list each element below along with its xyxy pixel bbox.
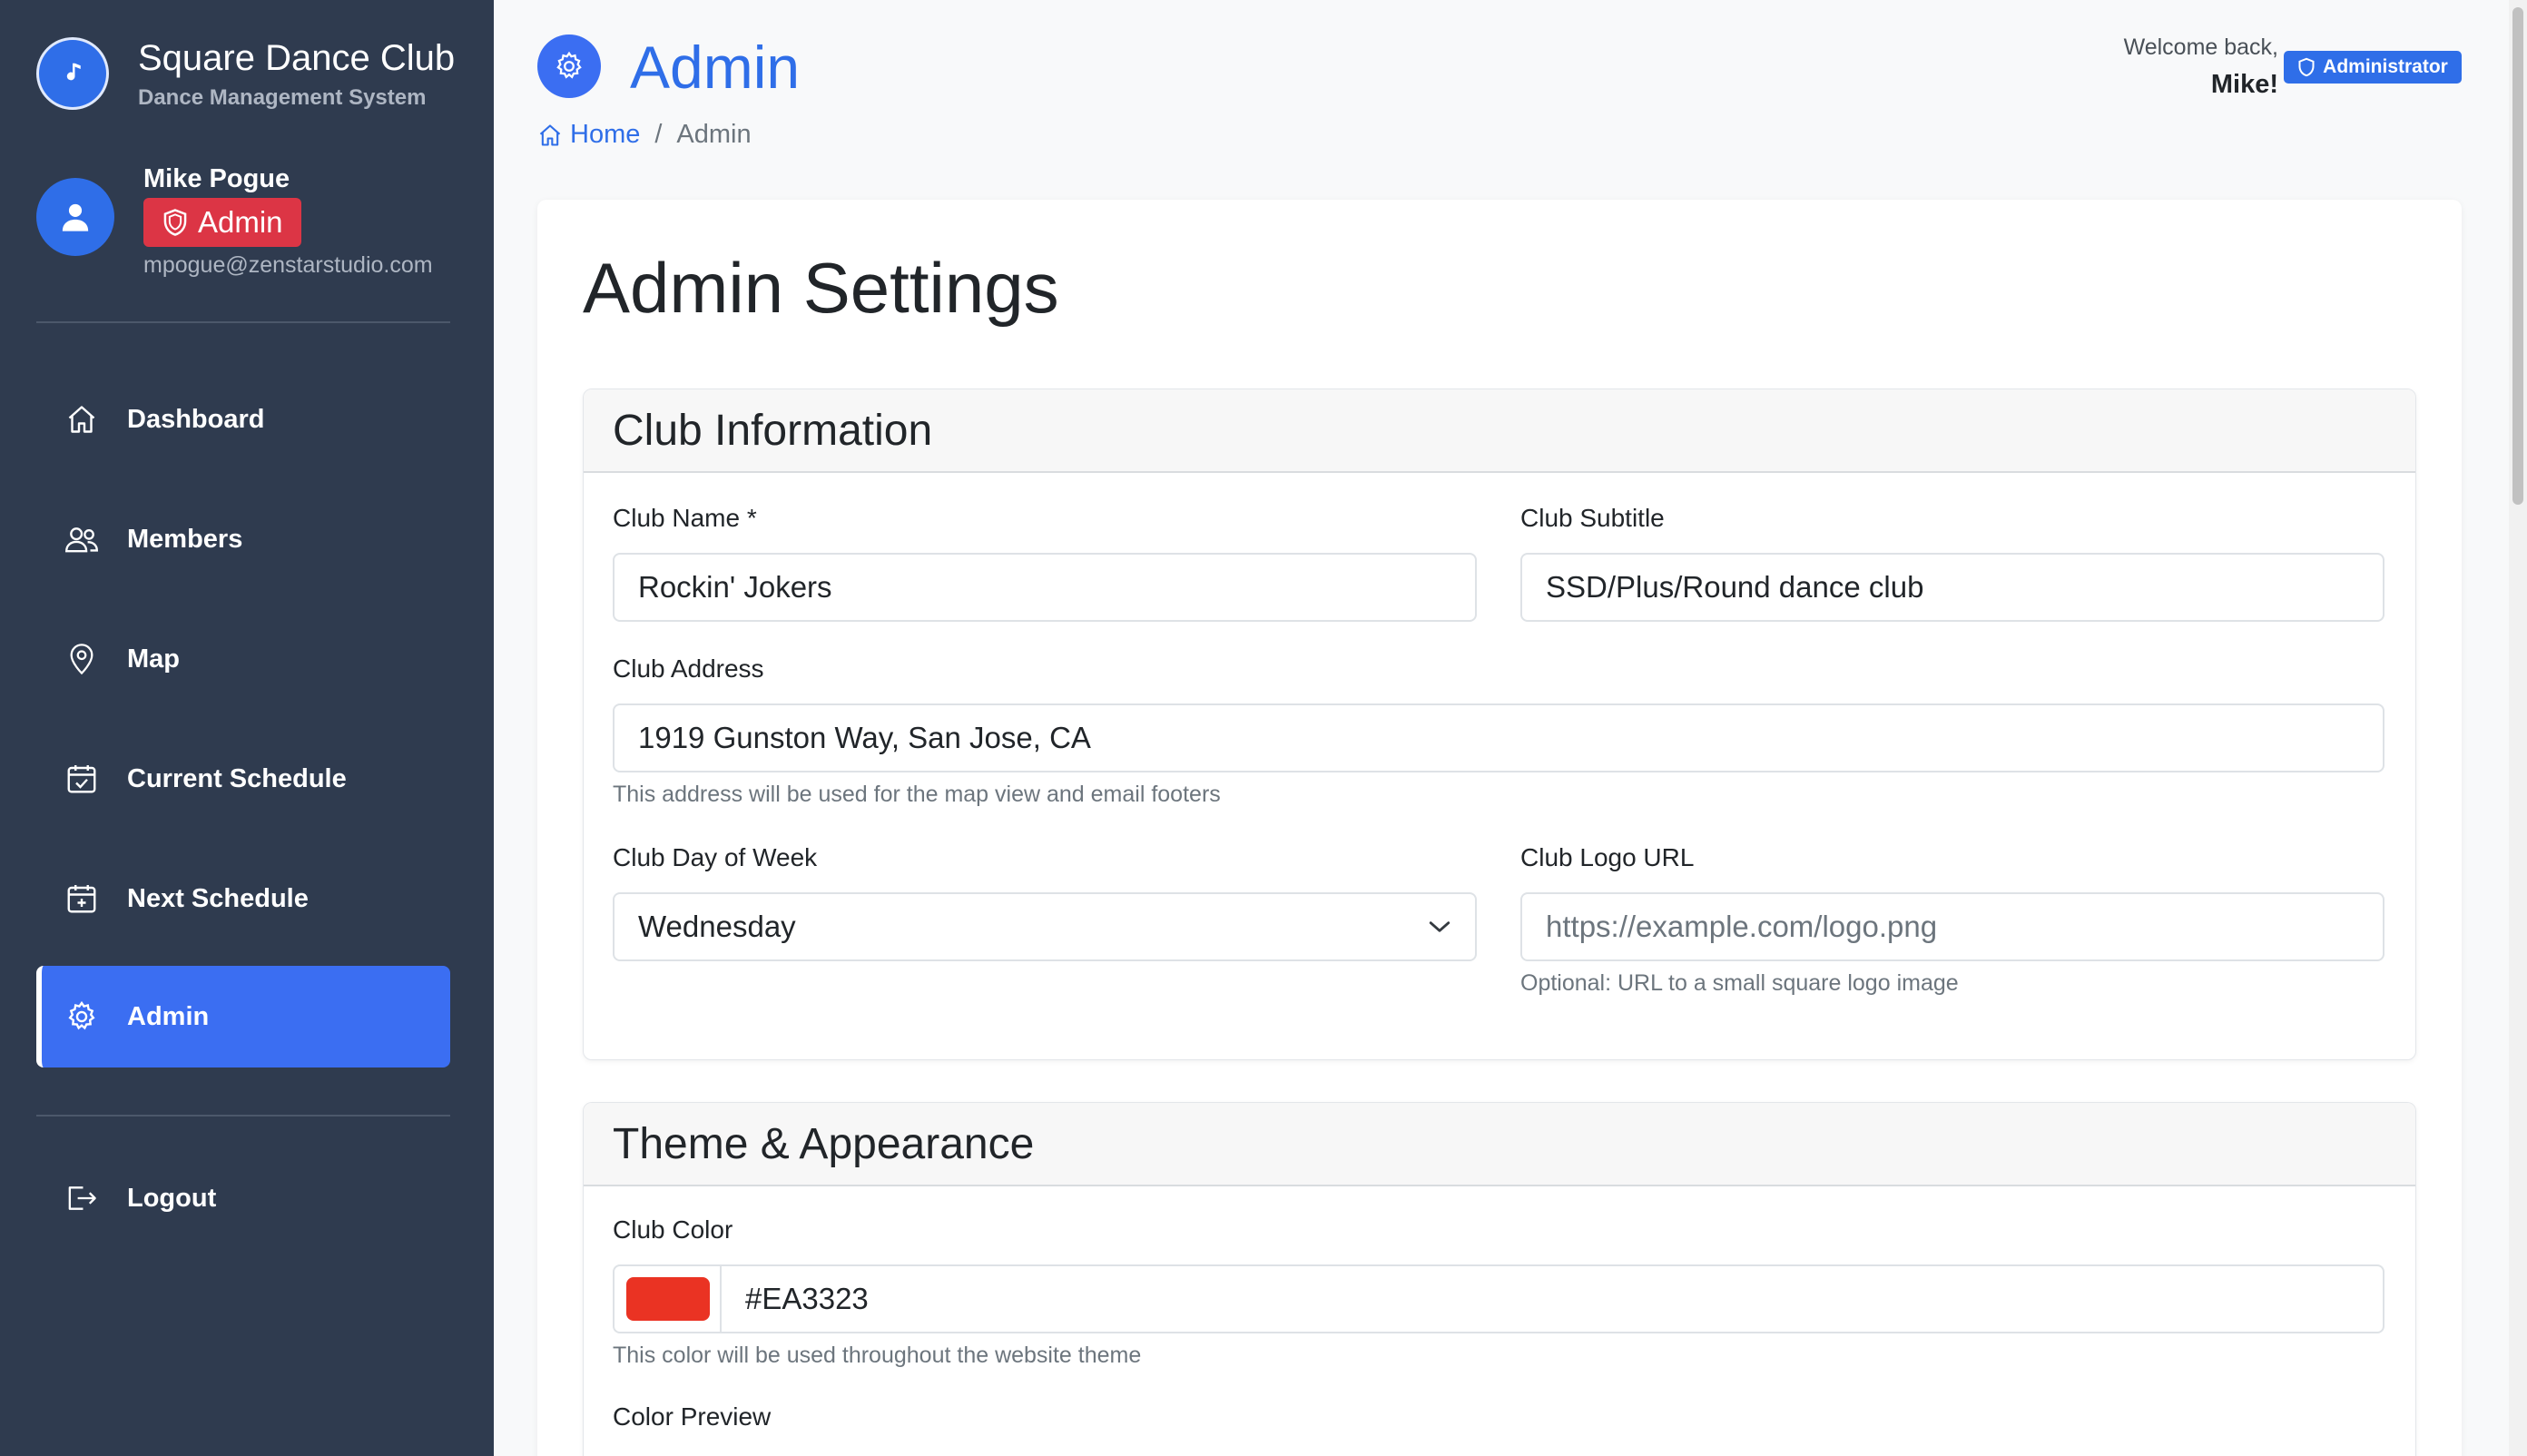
sidebar-divider	[36, 321, 450, 323]
sidebar-divider	[36, 1115, 450, 1117]
club-name-input[interactable]: Rockin' Jokers	[613, 553, 1477, 622]
sidebar-item-label: Admin	[127, 1001, 210, 1031]
user-profile: Mike Pogue Admin mpogue@zenstarstudio.co…	[36, 163, 433, 279]
sidebar-item-dashboard[interactable]: Dashboard	[36, 369, 450, 470]
page-title: Admin	[630, 34, 801, 101]
club-day-select[interactable]: Wednesday	[613, 892, 1477, 961]
gear-icon	[537, 34, 601, 98]
sidebar-item-map[interactable]: Map	[36, 608, 450, 710]
club-logo-help: Optional: URL to a small square logo ima…	[1520, 970, 1959, 996]
club-day-value: Wednesday	[638, 910, 796, 943]
people-icon	[64, 521, 100, 557]
map-pin-icon	[64, 641, 100, 677]
sidebar-item-label: Dashboard	[127, 404, 265, 434]
sidebar-item-admin[interactable]: Admin	[36, 966, 450, 1067]
club-subtitle-input[interactable]: SSD/Plus/Round dance club	[1520, 553, 2384, 622]
brand-title: Square Dance Club	[138, 38, 456, 78]
section-header: Theme & Appearance	[584, 1103, 2415, 1186]
sidebar-item-current-schedule[interactable]: Current Schedule	[36, 728, 450, 830]
calendar-plus-icon	[64, 880, 100, 917]
brand-subtitle: Dance Management System	[138, 85, 427, 110]
sidebar-item-label: Next Schedule	[127, 883, 309, 913]
theme-section: Theme & Appearance Club Color #EA3323 Th…	[583, 1102, 2416, 1456]
settings-title: Admin Settings	[583, 248, 1059, 328]
club-address-input[interactable]: 1919 Gunston Way, San Jose, CA	[613, 703, 2384, 772]
scrollbar-thumb[interactable]	[2512, 7, 2523, 505]
color-preview-label: Color Preview	[613, 1402, 772, 1431]
welcome-name: Mike!	[2210, 70, 2278, 99]
club-color-help: This color will be used throughout the w…	[613, 1343, 1142, 1368]
club-color-picker[interactable]	[613, 1264, 722, 1333]
breadcrumb-home-link[interactable]: Home	[537, 120, 640, 150]
avatar	[36, 178, 114, 256]
sidebar-item-members[interactable]: Members	[36, 488, 450, 590]
logout-icon	[64, 1180, 100, 1216]
section-header: Club Information	[584, 389, 2415, 473]
club-address-label: Club Address	[613, 654, 764, 683]
shield-icon	[163, 209, 187, 236]
welcome-message: Welcome back, Mike!	[2124, 34, 2278, 100]
user-email: mpogue@zenstarstudio.com	[143, 252, 433, 278]
club-logo-label: Club Logo URL	[1520, 843, 1695, 871]
club-logo-input[interactable]: https://example.com/logo.png	[1520, 892, 2384, 961]
sidebar-item-label: Current Schedule	[127, 763, 347, 793]
sidebar-item-label: Members	[127, 524, 243, 554]
brand: Square Dance Club Dance Management Syste…	[36, 36, 455, 111]
club-day-label: Club Day of Week	[613, 843, 818, 871]
admin-settings-card: Admin Settings Club Information Club Nam…	[537, 200, 2462, 1456]
club-information-section: Club Information Club Name * Rockin' Jok…	[583, 389, 2416, 1060]
gear-icon	[64, 999, 100, 1035]
user-name: Mike Pogue	[143, 164, 290, 193]
club-color-label: Club Color	[613, 1215, 733, 1244]
role-pill-label: Administrator	[2323, 56, 2448, 77]
role-pill: Administrator	[2284, 51, 2462, 84]
sidebar: Square Dance Club Dance Management Syste…	[0, 0, 494, 1456]
welcome-text: Welcome back,	[2123, 34, 2278, 60]
sidebar-item-next-schedule[interactable]: Next Schedule	[36, 848, 450, 949]
color-swatch	[626, 1277, 710, 1321]
breadcrumb-separator: /	[654, 120, 663, 149]
logout-label: Logout	[127, 1183, 217, 1213]
chevron-down-icon	[1429, 921, 1450, 932]
club-address-help: This address will be used for the map vi…	[613, 782, 1221, 807]
sidebar-item-label: Map	[127, 644, 180, 674]
breadcrumb: Home / Admin	[537, 120, 752, 150]
shield-icon	[2298, 57, 2315, 77]
club-color-input[interactable]: #EA3323	[720, 1264, 2384, 1333]
logout-button[interactable]: Logout	[36, 1147, 450, 1249]
calendar-check-icon	[64, 761, 100, 797]
breadcrumb-home-label: Home	[570, 120, 641, 149]
house-icon	[539, 123, 561, 146]
house-icon	[64, 401, 100, 438]
page-scrollbar[interactable]	[2509, 0, 2527, 1456]
club-subtitle-label: Club Subtitle	[1520, 504, 1665, 532]
breadcrumb-current: Admin	[676, 120, 752, 149]
club-name-label: Club Name *	[613, 504, 757, 532]
music-note-icon	[36, 37, 109, 110]
role-badge-label: Admin	[198, 205, 283, 239]
user-icon	[62, 203, 89, 231]
role-badge: Admin	[143, 198, 301, 247]
